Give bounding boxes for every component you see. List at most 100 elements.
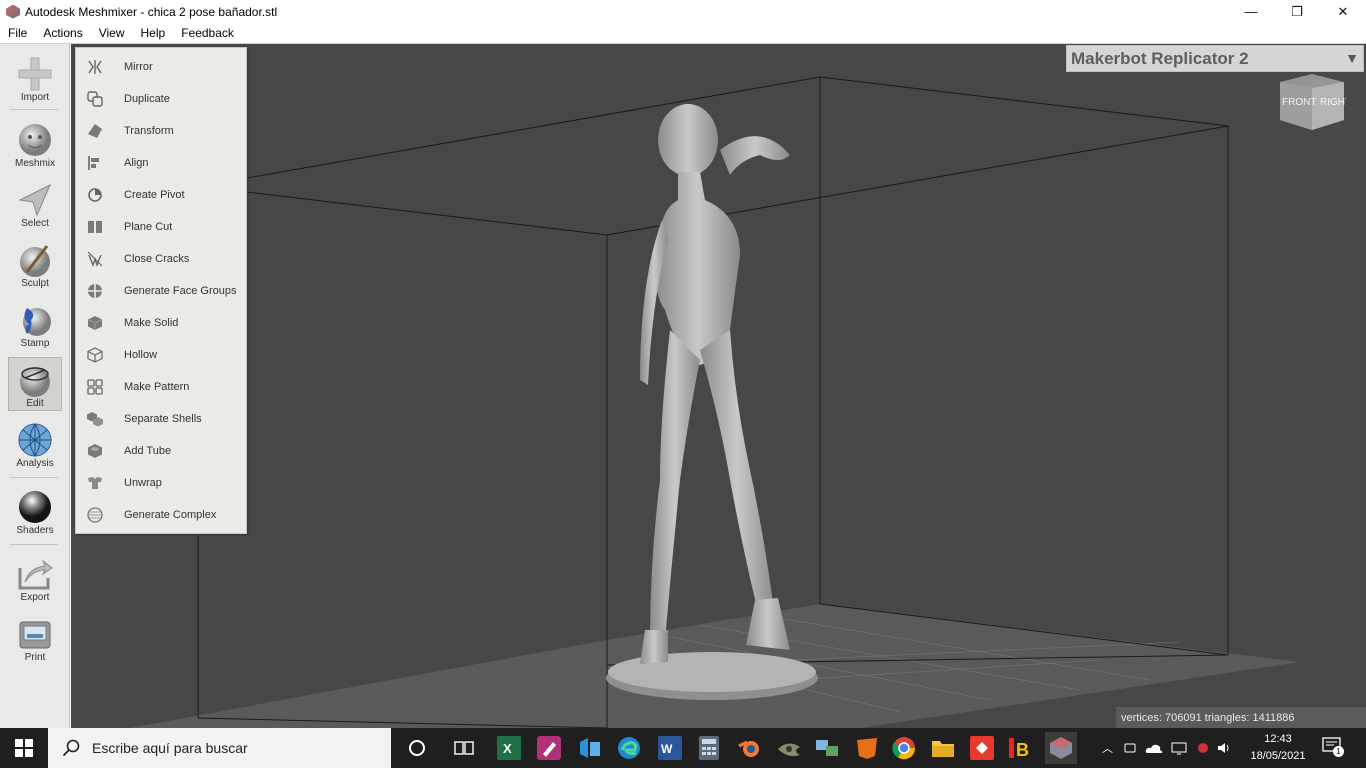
onedrive-icon[interactable]: [1145, 741, 1163, 755]
chevron-up-icon[interactable]: ︿: [1102, 740, 1113, 756]
notification-badge: 1: [1333, 746, 1344, 757]
edit-item-label: Make Pattern: [124, 381, 190, 393]
minimize-button[interactable]: —: [1228, 0, 1274, 23]
meshmix-label: Meshmix: [14, 158, 55, 169]
menu-bar: File Actions View Help Feedback: [0, 23, 1366, 44]
window-controls: — ❐ ✕: [1228, 0, 1366, 23]
menu-help[interactable]: Help: [133, 26, 174, 40]
ib-app-icon[interactable]: B: [1006, 732, 1036, 764]
menu-view[interactable]: View: [91, 26, 133, 40]
edit-item-label: Generate Face Groups: [124, 285, 237, 297]
edit-menu-panel: Mirror Duplicate Transform Align Create …: [75, 47, 247, 534]
blender-icon[interactable]: [734, 732, 764, 764]
edit-item-generate-complex[interactable]: Generate Complex: [76, 499, 246, 531]
toolbar-divider: [10, 109, 58, 110]
edit-label: Edit: [26, 398, 44, 409]
wing-app-icon[interactable]: [774, 732, 804, 764]
viewcube-front-label[interactable]: FRONT: [1282, 97, 1316, 108]
left-toolbar: Import Meshmix Select Sculpt Stamp Edit …: [0, 44, 70, 728]
close-button[interactable]: ✕: [1320, 0, 1366, 23]
export-tray-icon: [18, 559, 53, 590]
transform-icon: [86, 122, 104, 140]
edit-button[interactable]: Edit: [8, 357, 62, 411]
edit-item-make-pattern[interactable]: Make Pattern: [76, 371, 246, 403]
edit-item-label: Generate Complex: [124, 509, 217, 521]
edit-item-close-cracks[interactable]: Close Cracks: [76, 243, 246, 275]
menu-actions[interactable]: Actions: [35, 26, 90, 40]
task-view-icon[interactable]: [449, 732, 479, 764]
viewcube-right-label[interactable]: RIGHT: [1320, 97, 1351, 108]
taskbar-clock[interactable]: 12:43 18/05/2021: [1245, 731, 1311, 765]
file-explorer-app-icon[interactable]: [575, 732, 605, 764]
edit-item-hollow[interactable]: Hollow: [76, 339, 246, 371]
tray-meet-icon[interactable]: [1123, 741, 1137, 755]
edit-item-label: Mirror: [124, 61, 153, 73]
view-cube[interactable]: FRONT RIGHT: [1278, 72, 1351, 132]
calculator-icon[interactable]: [694, 732, 724, 764]
printer-dropdown[interactable]: Makerbot Replicator 2 ▼: [1066, 45, 1364, 72]
edit-sphere-icon: [20, 367, 50, 397]
edit-item-unwrap[interactable]: Unwrap: [76, 467, 246, 499]
mesh-sphere-icon: [18, 423, 52, 457]
edit-item-create-pivot[interactable]: Create Pivot: [76, 179, 246, 211]
svg-text:W: W: [661, 742, 673, 756]
face-sphere-icon: [19, 124, 51, 156]
edit-item-make-solid[interactable]: Make Solid: [76, 307, 246, 339]
toolbar-divider: [10, 477, 58, 478]
anydesk-icon[interactable]: [967, 732, 997, 764]
3d-viewport[interactable]: [71, 44, 1366, 728]
menu-file[interactable]: File: [0, 26, 35, 40]
security-icon[interactable]: [1195, 741, 1211, 755]
notification-center-button[interactable]: 1: [1322, 736, 1348, 760]
export-button[interactable]: Export: [8, 552, 62, 606]
edit-item-add-tube[interactable]: Add Tube: [76, 435, 246, 467]
edit-item-label: Separate Shells: [124, 413, 202, 425]
volume-icon[interactable]: [1217, 741, 1233, 755]
clock-date: 18/05/2021: [1250, 750, 1306, 762]
maximize-button[interactable]: ❐: [1274, 0, 1320, 23]
meshmixer-taskbar-icon[interactable]: [1045, 732, 1077, 764]
orange-shield-icon[interactable]: [852, 732, 882, 764]
start-button[interactable]: [0, 728, 48, 768]
meshmix-button[interactable]: Meshmix: [8, 118, 62, 172]
word-icon[interactable]: W: [655, 732, 685, 764]
taskbar-search[interactable]: Escribe aquí para buscar: [48, 728, 391, 768]
mesh-stats: vertices: 706091 triangles: 1411886: [1116, 707, 1366, 728]
print-label: Print: [24, 652, 46, 663]
chrome-icon[interactable]: [889, 732, 919, 764]
pencil-app-icon[interactable]: [534, 732, 564, 764]
print-button[interactable]: Print: [8, 612, 62, 666]
edge-icon[interactable]: [614, 732, 644, 764]
windows-logo-icon: [15, 739, 33, 757]
pattern-icon: [86, 378, 104, 396]
plane-cut-icon: [86, 218, 104, 236]
network-app-icon[interactable]: [812, 732, 842, 764]
complex-icon: [86, 506, 104, 524]
edit-item-label: Align: [124, 157, 149, 169]
import-button[interactable]: Import: [8, 52, 62, 106]
sculpt-label: Sculpt: [21, 278, 49, 289]
close-cracks-icon: [86, 250, 104, 268]
edit-item-mirror[interactable]: Mirror: [76, 51, 246, 83]
edit-item-label: Transform: [124, 125, 174, 137]
edit-item-duplicate[interactable]: Duplicate: [76, 83, 246, 115]
excel-icon[interactable]: X: [494, 732, 524, 764]
edit-item-generate-face-groups[interactable]: Generate Face Groups: [76, 275, 246, 307]
edit-item-plane-cut[interactable]: Plane Cut: [76, 211, 246, 243]
network-icon[interactable]: [1171, 741, 1189, 755]
stamp-button[interactable]: Stamp: [8, 298, 62, 352]
dropdown-arrow-icon: ▼: [1345, 50, 1359, 66]
align-icon: [86, 154, 104, 172]
select-button[interactable]: Select: [8, 178, 62, 232]
menu-feedback[interactable]: Feedback: [173, 26, 242, 40]
edit-item-transform[interactable]: Transform: [76, 115, 246, 147]
edit-item-separate-shells[interactable]: Separate Shells: [76, 403, 246, 435]
analysis-button[interactable]: Analysis: [8, 418, 62, 472]
folder-icon[interactable]: [928, 732, 958, 764]
edit-item-label: Create Pivot: [124, 189, 185, 201]
shaders-button[interactable]: Shaders: [8, 485, 62, 539]
cortana-icon[interactable]: [402, 732, 432, 764]
sculpt-button[interactable]: Sculpt: [8, 238, 62, 292]
edit-item-align[interactable]: Align: [76, 147, 246, 179]
stamp-label: Stamp: [20, 338, 50, 349]
